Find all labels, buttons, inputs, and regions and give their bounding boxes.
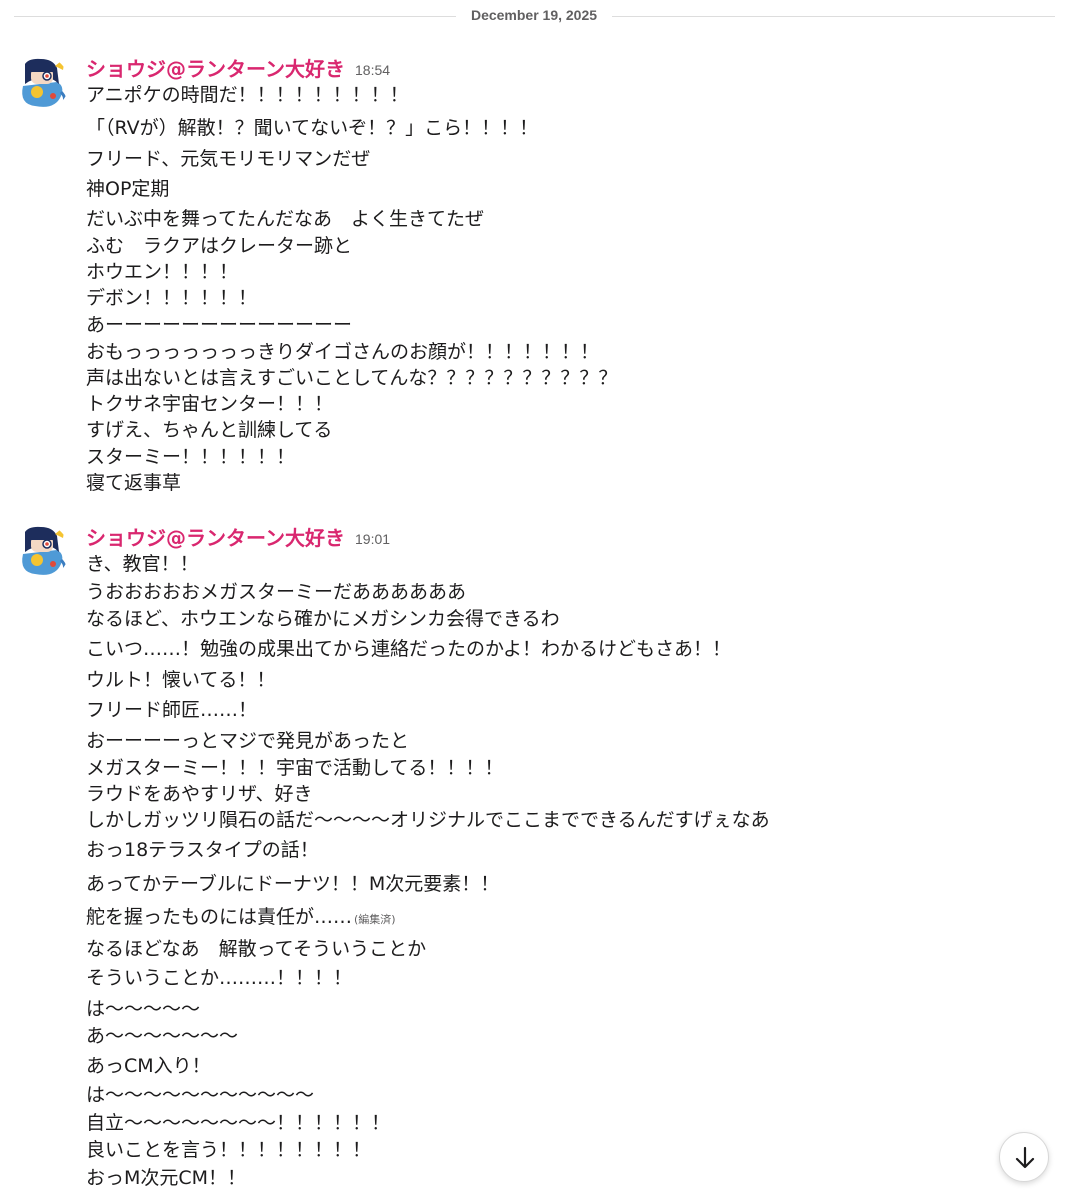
date-label: December 19, 2025 (470, 7, 598, 23)
message-line: デボン！！！！！！ (86, 287, 258, 309)
arrow-down-icon (1015, 1146, 1035, 1169)
divider-line-right (612, 16, 1055, 17)
message-line: おもっっっっっっっきりダイゴさんのお顔が！！！！！！！ (86, 341, 600, 363)
message-line: すげえ、ちゃんと訓練してる (86, 419, 333, 441)
message-header: ショウジ@ランターン大好き 19:01 (86, 522, 390, 550)
message-line: 声は出ないとは言えすごいことしてんな？？？？？？？？？？ (86, 367, 618, 389)
timestamp[interactable]: 18:54 (355, 62, 390, 78)
message-line: フリード師匠……！ (86, 699, 258, 721)
message-line: ホウエン！！！！ (86, 261, 239, 283)
avatar-illustration (15, 524, 69, 578)
avatar-illustration (15, 56, 69, 110)
edited-label: (編集済) (354, 913, 396, 926)
message-text: 舵を握ったものには責任が…… (86, 906, 353, 928)
sender-name[interactable]: ショウジ@ランターン大好き (86, 526, 345, 550)
message-line: トクサネ宇宙センター！！！ (86, 393, 334, 415)
message-line: なるほどなあ 解散ってそういうことか (86, 938, 427, 960)
avatar[interactable] (15, 524, 69, 578)
message-line: ラウドをあやすリザ、好き (86, 783, 313, 805)
message-line: き、教官！！ (86, 553, 199, 575)
message-line: うおおおおおメガスターミーだああああああ (86, 581, 467, 603)
message-line: 自立〜〜〜〜〜〜〜〜！！！！！！ (86, 1112, 391, 1134)
message-line: あってかテーブルにドーナツ！！M次元要素！！ (86, 873, 500, 895)
avatar[interactable] (15, 56, 69, 110)
message-line: おっ18テラスタイプの話！ (86, 839, 319, 861)
message-line: 良いことを言う！！！！！！！！ (86, 1139, 372, 1161)
message-line: アニポケの時間だ！！！！！！！！！ (86, 84, 409, 106)
message-line: あ〜〜〜〜〜〜〜 (86, 1025, 239, 1047)
message-line: フリード、元気モリモリマンだぜ (86, 148, 371, 170)
message-line: おーーーーっとマジで発見があったと (86, 730, 410, 752)
message-line: おっM次元CM！！ (86, 1167, 247, 1189)
message-line: ウルト！懐いてる！！ (86, 669, 276, 691)
date-divider: December 19, 2025 (0, 0, 1067, 34)
message-line: しかしガッツリ隕石の話だ〜〜〜〜オリジナルでここまでできるんだすげぇなあ (86, 809, 770, 831)
message-line: は〜〜〜〜〜 (86, 998, 201, 1020)
sender-name[interactable]: ショウジ@ランターン大好き (86, 57, 345, 81)
message-line: だいぶ中を舞ってたんだなあ よく生きてたぜ (86, 208, 485, 230)
message-line: なるほど、ホウエンなら確かにメガシンカ会得できるわ (86, 608, 560, 630)
message-line: そういうことか………！！！！ (86, 967, 353, 989)
divider-line-left (14, 16, 456, 17)
message-line: 舵を握ったものには責任が…… (編集済) (86, 905, 396, 932)
message-line: メガスターミー！！！宇宙で活動してる！！！！ (86, 757, 504, 779)
message-line: スターミー！！！！！！ (86, 446, 296, 468)
message-line: 神OP定期 (86, 178, 170, 200)
message-line: 寝て返事草 (86, 472, 182, 494)
message-line: あーーーーーーーーーーーーー (86, 314, 353, 336)
timestamp[interactable]: 19:01 (355, 531, 390, 547)
message-line: 「（RVが）解散！？聞いてないぞ！？」こら！！！！ (86, 117, 539, 139)
message-line: あっCM入り！ (86, 1055, 211, 1077)
scroll-to-bottom-button[interactable] (999, 1132, 1049, 1182)
message-header: ショウジ@ランターン大好き 18:54 (86, 53, 390, 81)
message-line: は〜〜〜〜〜〜〜〜〜〜〜 (86, 1084, 315, 1106)
message-line: ふむ ラクアはクレーター跡と (86, 235, 353, 257)
message-line: こいつ……！勉強の成果出てから連絡だったのかよ！わかるけどもさあ！！ (86, 638, 732, 660)
